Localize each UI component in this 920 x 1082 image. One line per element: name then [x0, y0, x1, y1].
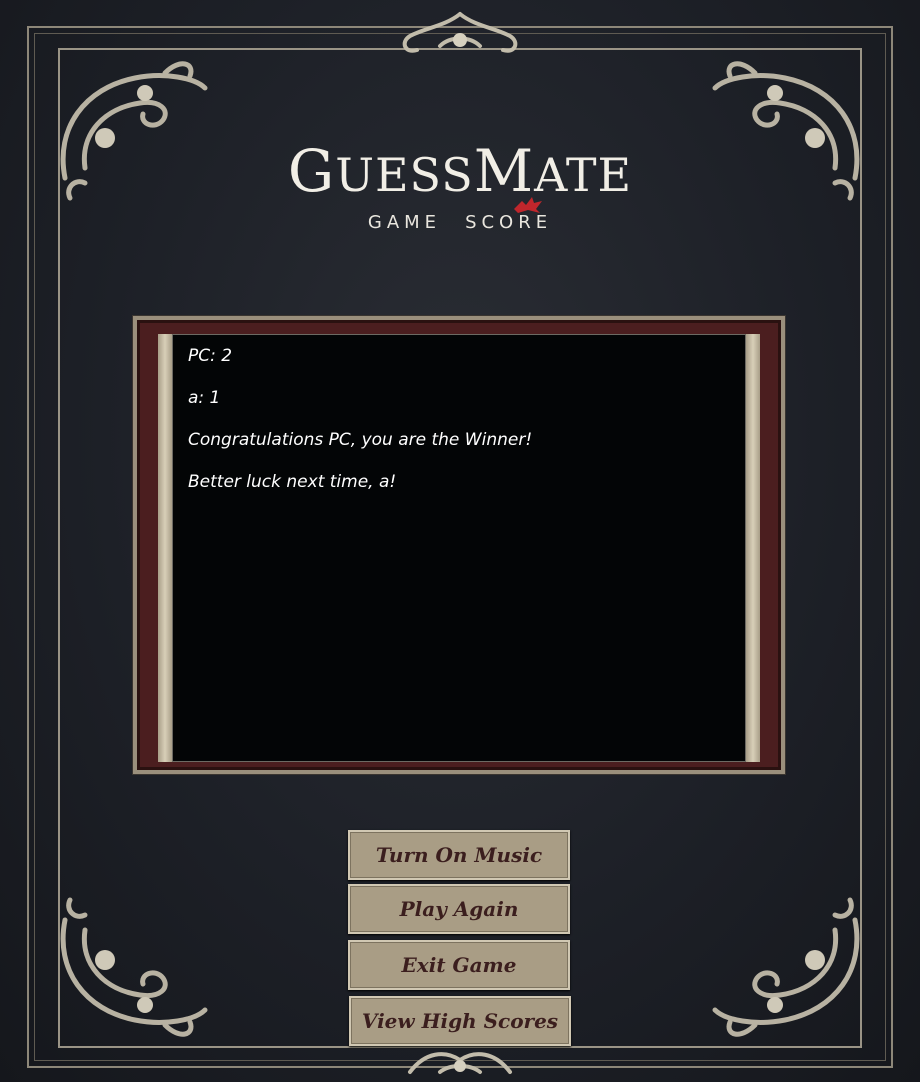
bottom-center-ornament-icon — [408, 1052, 512, 1074]
corner-ornament-bottom-right-icon — [712, 897, 860, 1037]
game-score-screen: GUESSMATE GAME SCORE PC: 2 a: 1 Congratul… — [0, 0, 920, 1082]
score-line-player: a: 1 — [188, 388, 221, 408]
turn-on-music-button[interactable]: Turn On Music — [348, 830, 570, 880]
exit-game-button[interactable]: Exit Game — [348, 940, 570, 990]
score-panel-left-rail — [158, 334, 172, 762]
loser-message: Better luck next time, a! — [188, 472, 397, 492]
view-high-scores-button[interactable]: View High Scores — [349, 996, 571, 1046]
score-line-pc: PC: 2 — [188, 346, 233, 366]
page-subtitle: GAME SCORE — [367, 212, 553, 233]
game-title: GUESSMATE — [287, 137, 633, 205]
winner-message: Congratulations PC, you are the Winner! — [188, 430, 533, 450]
score-display: PC: 2 a: 1 Congratulations PC, you are t… — [172, 334, 746, 762]
score-panel-right-rail — [746, 334, 760, 762]
top-center-ornament-icon — [402, 12, 518, 53]
play-again-button[interactable]: Play Again — [348, 884, 570, 934]
corner-ornament-bottom-left-icon — [60, 897, 208, 1037]
